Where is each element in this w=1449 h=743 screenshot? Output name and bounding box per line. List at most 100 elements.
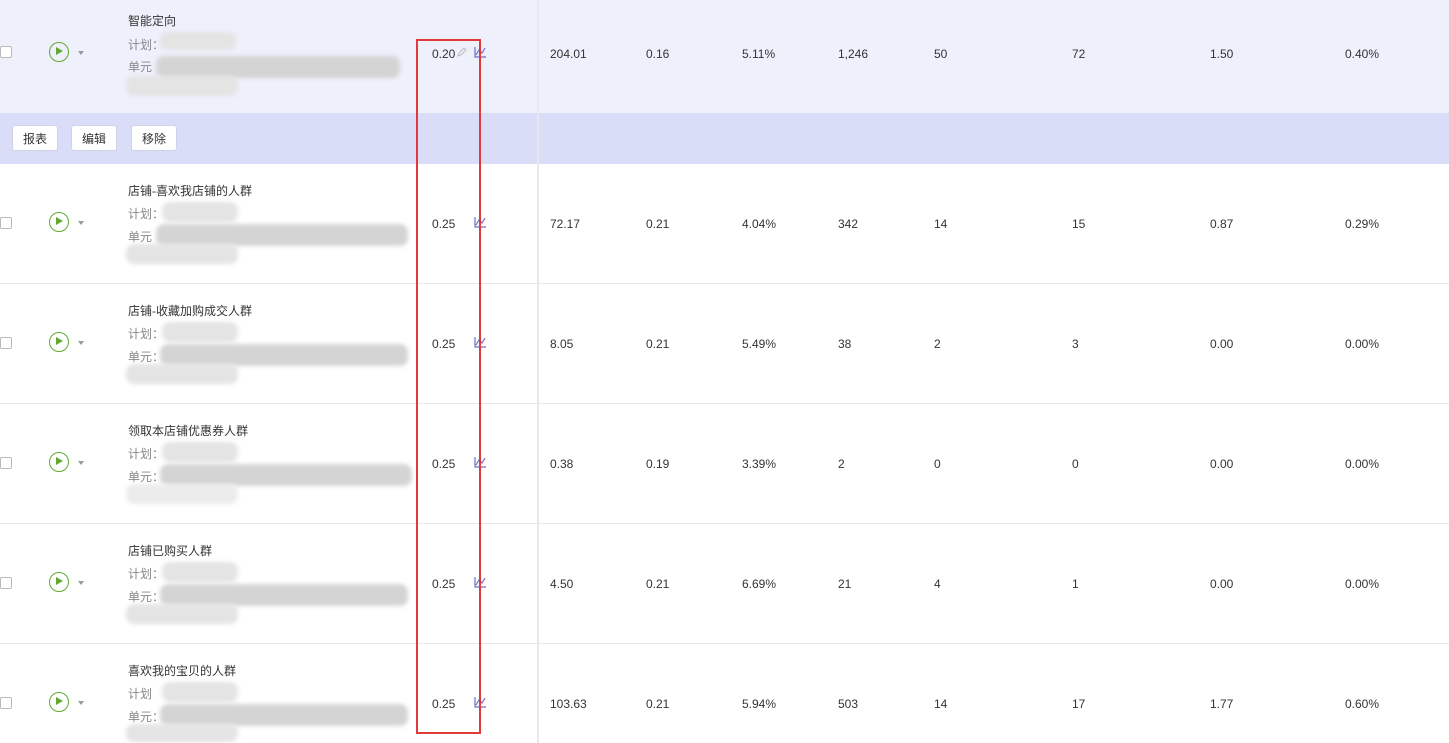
chevron-down-icon[interactable]	[78, 581, 84, 585]
bid-value[interactable]: 0.25	[432, 217, 455, 231]
remove-button[interactable]: 移除	[131, 125, 178, 151]
chevron-down-icon[interactable]	[78, 701, 84, 705]
pencil-icon[interactable]	[457, 47, 467, 57]
row-checkbox[interactable]	[0, 217, 12, 229]
metric-2: 0.16	[646, 47, 670, 61]
redacted-plan	[160, 32, 236, 50]
bid-value[interactable]: 0.25	[432, 457, 455, 471]
metric-8: 0.60%	[1345, 697, 1380, 711]
metric-6: 0	[1072, 457, 1079, 471]
redacted-unit	[160, 584, 408, 606]
bid-value[interactable]: 0.25	[432, 337, 455, 351]
metric-4: 2	[838, 457, 845, 471]
metric-3: 4.04%	[742, 217, 777, 231]
row-checkbox[interactable]	[0, 46, 12, 58]
metric-2: 0.21	[646, 577, 670, 591]
row-checkbox[interactable]	[0, 697, 12, 709]
play-circle-icon[interactable]	[49, 452, 69, 472]
metric-1: 4.50	[550, 577, 574, 591]
redacted-unit	[156, 56, 400, 78]
trend-chart-icon[interactable]	[474, 697, 487, 708]
metric-8: 0.00%	[1345, 577, 1380, 591]
row-checkbox[interactable]	[0, 337, 12, 349]
metric-3: 5.49%	[742, 337, 777, 351]
metric-7: 0.00	[1210, 577, 1234, 591]
metric-4: 1,246	[838, 47, 869, 61]
trend-chart-icon[interactable]	[474, 337, 487, 348]
table-row: 智能定向 计划： 单元 0.20 204.01 0.16 5.11% 1,246…	[0, 0, 1449, 113]
metric-2: 0.21	[646, 697, 670, 711]
redacted-unit-extra	[126, 244, 238, 264]
metric-3: 3.39%	[742, 457, 777, 471]
metric-5: 0	[934, 457, 941, 471]
play-circle-icon[interactable]	[49, 692, 69, 712]
metric-8: 0.40%	[1345, 47, 1380, 61]
row-checkbox[interactable]	[0, 577, 12, 589]
metric-7: 0.00	[1210, 337, 1234, 351]
play-circle-icon[interactable]	[49, 332, 69, 352]
redacted-unit	[160, 464, 412, 486]
metric-1: 8.05	[550, 337, 574, 351]
table-row: 喜欢我的宝贝的人群 计划 单元： 0.25 103.63 0.21 5.94% …	[0, 644, 1449, 743]
unit-label: 单元	[128, 230, 153, 244]
report-button[interactable]: 报表	[12, 125, 59, 151]
edit-button[interactable]: 编辑	[71, 125, 118, 151]
trend-chart-icon[interactable]	[474, 577, 487, 588]
table-row: 店铺-喜欢我店铺的人群 计划： 单元 0.25 72.17 0.21 4.04%…	[0, 164, 1449, 284]
redacted-unit-extra	[126, 364, 238, 384]
plan-label: 计划	[128, 687, 153, 701]
metric-7: 0.87	[1210, 217, 1234, 231]
metric-1: 204.01	[550, 47, 587, 61]
metric-4: 38	[838, 337, 852, 351]
fixed-column-divider	[537, 0, 539, 743]
metric-6: 15	[1072, 217, 1086, 231]
plan-label: 计划：	[128, 207, 165, 221]
unit-label: 单元：	[128, 590, 165, 604]
bid-value[interactable]: 0.25	[432, 577, 455, 591]
redacted-unit-extra	[126, 724, 238, 742]
trend-chart-icon[interactable]	[474, 47, 487, 58]
play-circle-icon[interactable]	[49, 212, 69, 232]
metric-6: 17	[1072, 697, 1086, 711]
metric-1: 72.17	[550, 217, 581, 231]
unit-label: 单元：	[128, 710, 165, 724]
play-circle-icon[interactable]	[49, 42, 69, 62]
crowd-name: 店铺-喜欢我店铺的人群	[128, 184, 252, 198]
crowd-name: 领取本店铺优惠券人群	[128, 424, 249, 438]
row-checkbox[interactable]	[0, 457, 12, 469]
chevron-down-icon[interactable]	[78, 461, 84, 465]
bid-value[interactable]: 0.20	[432, 47, 455, 61]
metric-5: 14	[934, 217, 948, 231]
redacted-plan	[162, 442, 238, 462]
metric-1: 0.38	[550, 457, 574, 471]
plan-label: 计划：	[128, 327, 165, 341]
metric-8: 0.00%	[1345, 337, 1380, 351]
metric-3: 5.94%	[742, 697, 777, 711]
bid-value[interactable]: 0.25	[432, 697, 455, 711]
metric-5: 14	[934, 697, 948, 711]
plan-label: 计划：	[128, 38, 165, 52]
redacted-unit-extra	[126, 76, 238, 96]
redacted-unit-extra	[126, 604, 238, 624]
table-row: 店铺-收藏加购成交人群 计划： 单元： 0.25 8.05 0.21 5.49%…	[0, 284, 1449, 404]
play-circle-icon[interactable]	[49, 572, 69, 592]
trend-chart-icon[interactable]	[474, 217, 487, 228]
crowd-name: 喜欢我的宝贝的人群	[128, 664, 237, 678]
metric-4: 342	[838, 217, 859, 231]
redacted-plan	[162, 682, 238, 702]
redacted-unit	[156, 224, 408, 246]
metric-8: 0.29%	[1345, 217, 1380, 231]
metric-6: 3	[1072, 337, 1079, 351]
plan-label: 计划：	[128, 567, 165, 581]
trend-chart-icon[interactable]	[474, 457, 487, 468]
chevron-down-icon[interactable]	[78, 341, 84, 345]
table-row: 店铺已购买人群 计划： 单元： 0.25 4.50 0.21 6.69% 21 …	[0, 524, 1449, 644]
chevron-down-icon[interactable]	[78, 221, 84, 225]
chevron-down-icon[interactable]	[78, 51, 84, 55]
crowd-targeting-table: 智能定向 计划： 单元 0.20 204.01 0.16 5.11% 1,246…	[0, 0, 1449, 743]
row-action-bar: 报表 编辑 移除	[0, 113, 1449, 164]
metric-2: 0.19	[646, 457, 670, 471]
crowd-name: 智能定向	[128, 14, 177, 28]
metric-5: 50	[934, 47, 948, 61]
metric-7: 0.00	[1210, 457, 1234, 471]
